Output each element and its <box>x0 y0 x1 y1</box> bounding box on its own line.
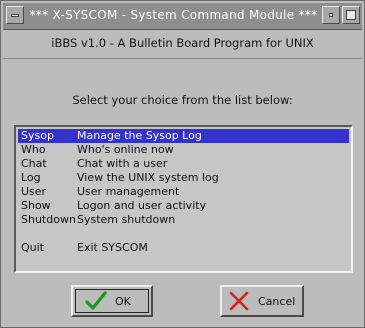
list-item-log[interactable]: Log View the UNIX system log <box>18 171 349 185</box>
list-item-chat[interactable]: Chat Chat with a user <box>18 157 349 171</box>
list-item-user[interactable]: User User management <box>18 185 349 199</box>
list-item-key: Log <box>21 171 41 184</box>
command-listbox[interactable]: Sysop Manage the Sysop Log Who Who's onl… <box>14 125 353 273</box>
list-item-sysop[interactable]: Sysop Manage the Sysop Log <box>18 129 349 143</box>
list-item-key: Quit <box>21 241 44 254</box>
list-item-desc: Exit SYSCOM <box>77 241 148 254</box>
window-title: *** X-SYSCOM - System Command Module *** <box>29 8 318 22</box>
list-item-who[interactable]: Who Who's online now <box>18 143 349 157</box>
list-item-key: Sysop <box>21 129 54 142</box>
minimize-button[interactable] <box>322 6 340 24</box>
checkmark-icon <box>85 291 107 310</box>
list-item-desc: Who's online now <box>77 143 174 156</box>
list-item-key: Who <box>21 143 46 156</box>
list-item-key: Show <box>21 199 51 212</box>
header-area: iBBS v1.0 - A Bulletin Board Program for… <box>3 30 362 59</box>
window-menu-icon <box>11 14 19 17</box>
program-subtitle: iBBS v1.0 - A Bulletin Board Program for… <box>51 36 314 50</box>
list-item-desc: Logon and user activity <box>77 199 207 212</box>
list-item-desc: View the UNIX system log <box>77 171 219 184</box>
syscom-window: *** X-SYSCOM - System Command Module ***… <box>0 0 365 328</box>
maximize-icon <box>346 10 356 20</box>
minimize-icon <box>329 13 333 17</box>
list-item-key: Chat <box>21 157 47 170</box>
cancel-button[interactable]: Cancel <box>220 285 304 317</box>
window-menu-button[interactable] <box>6 6 24 24</box>
selection-prompt: Select your choice from the list below: <box>72 93 293 107</box>
cancel-label: Cancel <box>258 295 296 308</box>
list-item-show[interactable]: Show Logon and user activity <box>18 199 349 213</box>
ok-label: OK <box>115 295 131 308</box>
list-item-key: Shutdown <box>21 213 76 226</box>
list-item-shutdown[interactable]: Shutdown System shutdown <box>18 213 349 227</box>
list-item-desc: Manage the Sysop Log <box>77 129 202 142</box>
list-item-quit[interactable]: Quit Exit SYSCOM <box>18 241 349 255</box>
list-item-blank[interactable] <box>18 227 349 241</box>
button-bar: OK Cancel <box>1 281 365 325</box>
list-item-desc: System shutdown <box>77 213 176 226</box>
x-icon <box>229 291 249 311</box>
title-bar[interactable]: *** X-SYSCOM - System Command Module *** <box>3 3 362 30</box>
list-item-desc: User management <box>77 185 180 198</box>
list-item-key: User <box>21 185 47 198</box>
maximize-button[interactable] <box>342 6 360 24</box>
list-item-desc: Chat with a user <box>77 157 168 170</box>
ok-button[interactable]: OK <box>71 285 153 317</box>
